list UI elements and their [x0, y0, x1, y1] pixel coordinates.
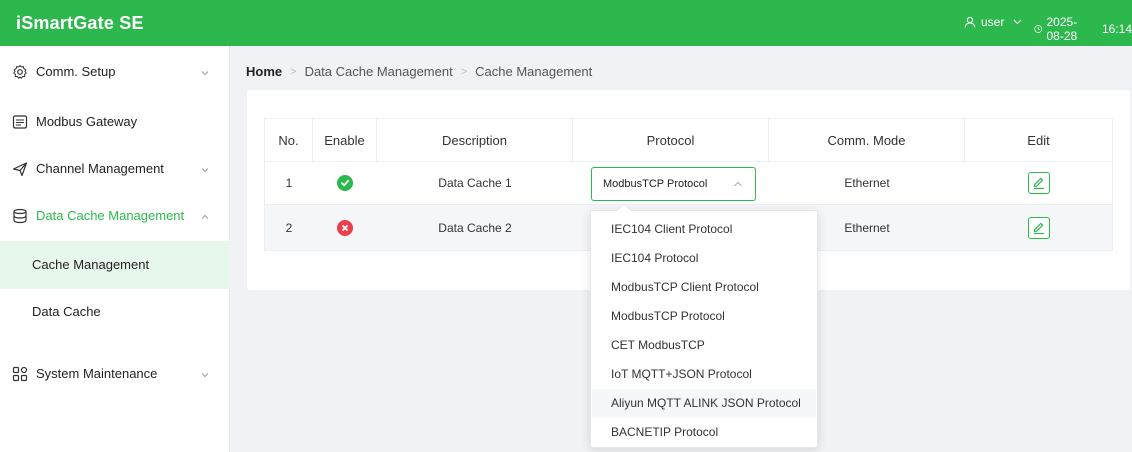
- send-icon: [12, 162, 28, 177]
- protocol-select[interactable]: ModbusTCP Protocol: [591, 167, 756, 201]
- gear-icon: [13, 64, 27, 80]
- breadcrumb-home[interactable]: Home: [246, 64, 282, 79]
- close-circle-icon: [337, 219, 353, 236]
- row-description: Data Cache 1: [438, 176, 512, 190]
- user-icon: [964, 16, 976, 28]
- dropdown-option[interactable]: ModbusTCP Protocol: [592, 302, 816, 331]
- user-menu[interactable]: user: [964, 15, 1022, 29]
- app-title: iSmartGate SE: [16, 13, 144, 33]
- row-number: 1: [285, 176, 293, 190]
- breadcrumb-level1[interactable]: Data Cache Management: [305, 64, 453, 79]
- row-comm-mode: Ethernet: [844, 176, 890, 190]
- clock-icon: [1034, 25, 1043, 33]
- edit-cell: [965, 162, 1112, 204]
- check-circle-icon: [337, 175, 353, 191]
- dropdown-option[interactable]: ModbusTCP Client Protocol: [592, 273, 816, 302]
- edit-button[interactable]: [1027, 172, 1050, 194]
- chevron-down-icon: [201, 71, 209, 76]
- protocol-dropdown: IEC104 Client Protocol IEC104 Protocol M…: [590, 202, 818, 448]
- database-icon: [13, 208, 27, 224]
- sidebar-item-system-maintenance[interactable]: System Maintenance: [0, 350, 230, 398]
- gateway-icon: [12, 115, 28, 129]
- row-description: Data Cache 2: [438, 220, 512, 235]
- header-description: Description: [377, 119, 573, 161]
- sidebar-item-label: Channel Management: [36, 161, 164, 176]
- sidebar-item-label: Data Cache Management: [36, 208, 185, 223]
- header-protocol: Protocol: [573, 119, 769, 161]
- user-name: user: [981, 15, 1005, 29]
- breadcrumb-level2: Cache Management: [475, 64, 593, 79]
- datetime: 2025-08-28 16:14: [1034, 15, 1132, 43]
- chevron-down-icon: [201, 373, 209, 378]
- dropdown-option[interactable]: IEC104 Client Protocol: [592, 215, 816, 244]
- dropdown-option[interactable]: BACNETIP Protocol: [592, 418, 816, 447]
- edit-cell: [965, 205, 1112, 250]
- sidebar-item-data-cache-management[interactable]: Data Cache Management: [0, 192, 230, 240]
- row-number: 2: [285, 220, 293, 235]
- enable-cell: [313, 205, 377, 250]
- breadcrumb-separator-icon: >: [290, 65, 297, 78]
- sidebar-item-label: Modbus Gateway: [36, 114, 138, 129]
- protocol-select-value: ModbusTCP Protocol: [603, 178, 708, 190]
- sidebar-item-label: System Maintenance: [36, 366, 158, 381]
- grid-icon: [12, 366, 28, 382]
- pencil-icon: [1033, 222, 1044, 234]
- chevron-up-icon: [201, 214, 209, 219]
- dropdown-option[interactable]: CET ModbusTCP: [592, 331, 816, 360]
- sidebar-item-channel-management[interactable]: Channel Management: [0, 145, 230, 193]
- sidebar: Comm. Setup Modbus Gateway Channel Manag…: [0, 46, 230, 452]
- dropdown-option[interactable]: IoT MQTT+JSON Protocol: [592, 360, 816, 389]
- table-header: No. Enable Description Protocol Comm. Mo…: [265, 119, 1112, 162]
- app-header: iSmartGate SE user 2025-08-28 16:14: [0, 0, 1132, 46]
- header-comm-mode: Comm. Mode: [769, 119, 965, 161]
- pencil-icon: [1033, 177, 1044, 190]
- date-text: 2025-08-28: [1046, 15, 1078, 43]
- header-no: No.: [265, 119, 313, 161]
- breadcrumb: Home > Data Cache Management > Cache Man…: [246, 64, 592, 79]
- chevron-down-icon: [1013, 19, 1022, 25]
- dropdown-option[interactable]: Aliyun MQTT ALINK JSON Protocol: [592, 389, 816, 418]
- dropdown-option[interactable]: IEC104 Protocol: [592, 244, 816, 273]
- header-edit: Edit: [1027, 132, 1050, 148]
- chevron-up-icon: [734, 181, 742, 187]
- chevron-down-icon: [201, 168, 209, 173]
- sidebar-item-modbus-gateway[interactable]: Modbus Gateway: [0, 98, 230, 146]
- enable-cell: [313, 162, 377, 204]
- breadcrumb-separator-icon: >: [460, 65, 468, 78]
- edit-button[interactable]: [1027, 216, 1050, 239]
- sidebar-item-comm-setup[interactable]: Comm. Setup: [0, 48, 230, 96]
- sidebar-subitem-data-cache[interactable]: Data Cache: [0, 288, 230, 336]
- sidebar-subitem-cache-management[interactable]: Cache Management: [0, 241, 230, 289]
- sidebar-item-label: Comm. Setup: [36, 64, 116, 79]
- time-text: 16:14: [1101, 22, 1132, 36]
- header-enable: Enable: [313, 119, 377, 161]
